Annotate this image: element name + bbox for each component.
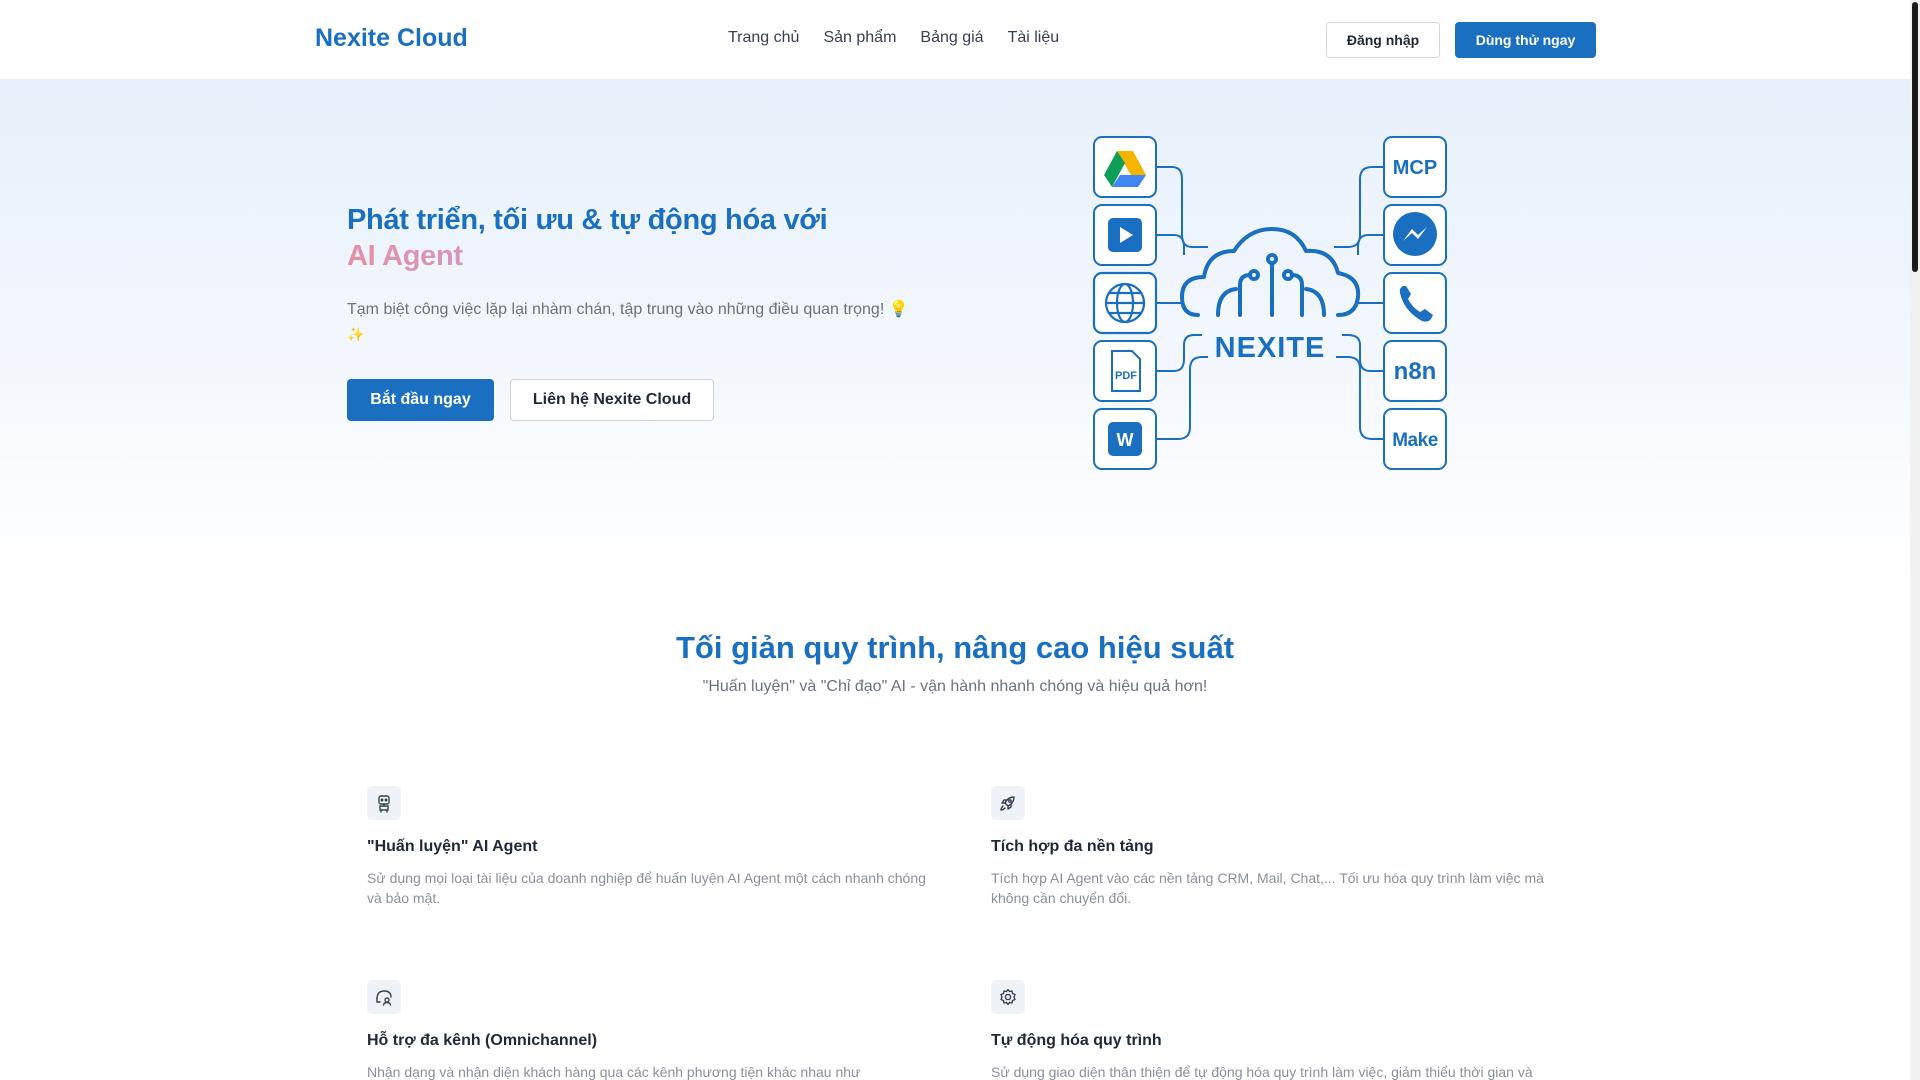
feature-title: Hỗ trợ đa kênh (Omnichannel): [367, 1032, 598, 1049]
pdf-label: PDF: [1115, 370, 1137, 382]
sparkles-icon: ✨: [347, 326, 365, 342]
contact-button[interactable]: Liên hệ Nexite Cloud: [510, 379, 714, 421]
feature-description: Nhận dạng và nhận diện khách hàng qua cá…: [367, 1064, 861, 1080]
diagram-brand-text: NEXITE: [1215, 332, 1326, 364]
section-title: Tối giản quy trình, nâng cao hiệu suất: [675, 630, 1235, 665]
phone-icon: [1383, 272, 1447, 334]
brand-logo[interactable]: Nexite Cloud: [315, 24, 468, 53]
hero-title: Phát triển, tối ưu & tự động hóa với AI …: [347, 202, 967, 274]
scrollbar-thumb[interactable]: [1912, 2, 1918, 272]
hero-title-accent: AI Agent: [347, 238, 967, 274]
feature-description: Sử dụng mọi loại tài liệu của doanh nghi…: [367, 870, 926, 906]
login-button[interactable]: Đăng nhập: [1326, 22, 1440, 58]
connector-line: [1156, 356, 1208, 440]
globe-icon: [1092, 271, 1158, 335]
make-label: Make: [1392, 430, 1438, 451]
word-icon: W: [1093, 408, 1157, 470]
video-play-icon: [1093, 204, 1157, 266]
connector-line: [1336, 356, 1384, 440]
hero-subtitle: Tạm biệt công việc lặp lại nhàm chán, tậ…: [347, 298, 917, 347]
chat-user-icon: [367, 980, 401, 1014]
robot-icon: [367, 786, 401, 820]
feature-title: Tự động hóa quy trình: [991, 1032, 1162, 1049]
word-label: W: [1117, 430, 1134, 450]
page: Nexite Cloud Trang chủ Sản phẩm Bảng giá…: [0, 0, 1910, 1080]
feature-description: Sử dụng giao diện thân thiện để tự động …: [991, 1064, 1533, 1080]
nexite-cloud-icon: [1180, 227, 1361, 317]
hero-section: Phát triển, tối ưu & tự động hóa với AI …: [0, 80, 1910, 580]
feature-card-training: "Huấn luyện" AI Agent Sử dụng mọi loại t…: [367, 786, 927, 908]
n8n-icon: n8n: [1383, 340, 1447, 402]
top-header: Nexite Cloud Trang chủ Sản phẩm Bảng giá…: [0, 0, 1910, 80]
connector-line: [1342, 334, 1384, 372]
nav-item-home[interactable]: Trang chủ: [728, 29, 799, 47]
get-started-button[interactable]: Bắt đầu ngay: [347, 379, 494, 421]
gear-icon: [991, 980, 1025, 1014]
messenger-icon: [1383, 204, 1447, 266]
free-trial-button[interactable]: Dùng thử ngay: [1455, 22, 1596, 58]
main-nav: Trang chủ Sản phẩm Bảng giá Tài liệu: [728, 29, 1059, 47]
mcp-label: MCP: [1393, 157, 1437, 179]
nav-item-docs[interactable]: Tài liệu: [1008, 29, 1060, 47]
nav-item-products[interactable]: Sản phẩm: [823, 29, 896, 47]
feature-card-automation: Tự động hóa quy trình Sử dụng giao diện …: [991, 980, 1551, 1080]
feature-title: Tích hợp đa nền tảng: [991, 838, 1154, 855]
lightbulb-icon: 💡: [888, 301, 909, 318]
integration-diagram: NEXITE PDF W MCP n8n Make: [1092, 136, 1447, 470]
google-drive-icon: [1093, 136, 1157, 198]
rocket-icon: [991, 786, 1025, 820]
feature-title: "Huấn luyện" AI Agent: [367, 838, 538, 855]
hero-subtitle-text: Tạm biệt công việc lặp lại nhàm chán, tậ…: [347, 301, 885, 318]
feature-card-omnichannel: Hỗ trợ đa kênh (Omnichannel) Nhận dạng v…: [367, 980, 927, 1080]
make-icon: Make: [1383, 408, 1447, 470]
hero-title-main: Phát triển, tối ưu & tự động hóa với: [347, 204, 828, 236]
feature-description: Tích hợp AI Agent vào các nền tảng CRM, …: [991, 870, 1544, 906]
connector-line: [1156, 234, 1185, 255]
pdf-icon: PDF: [1093, 340, 1157, 402]
nav-item-pricing[interactable]: Bảng giá: [920, 29, 983, 47]
section-subtitle: "Huấn luyện" và "Chỉ đạo" AI - vận hành …: [702, 678, 1208, 695]
feature-card-integration: Tích hợp đa nền tảng Tích hợp AI Agent v…: [991, 786, 1551, 908]
mcp-icon: MCP: [1383, 136, 1447, 198]
connector-line: [1156, 334, 1202, 372]
n8n-label: n8n: [1394, 358, 1437, 385]
connector-line: [1357, 234, 1384, 255]
